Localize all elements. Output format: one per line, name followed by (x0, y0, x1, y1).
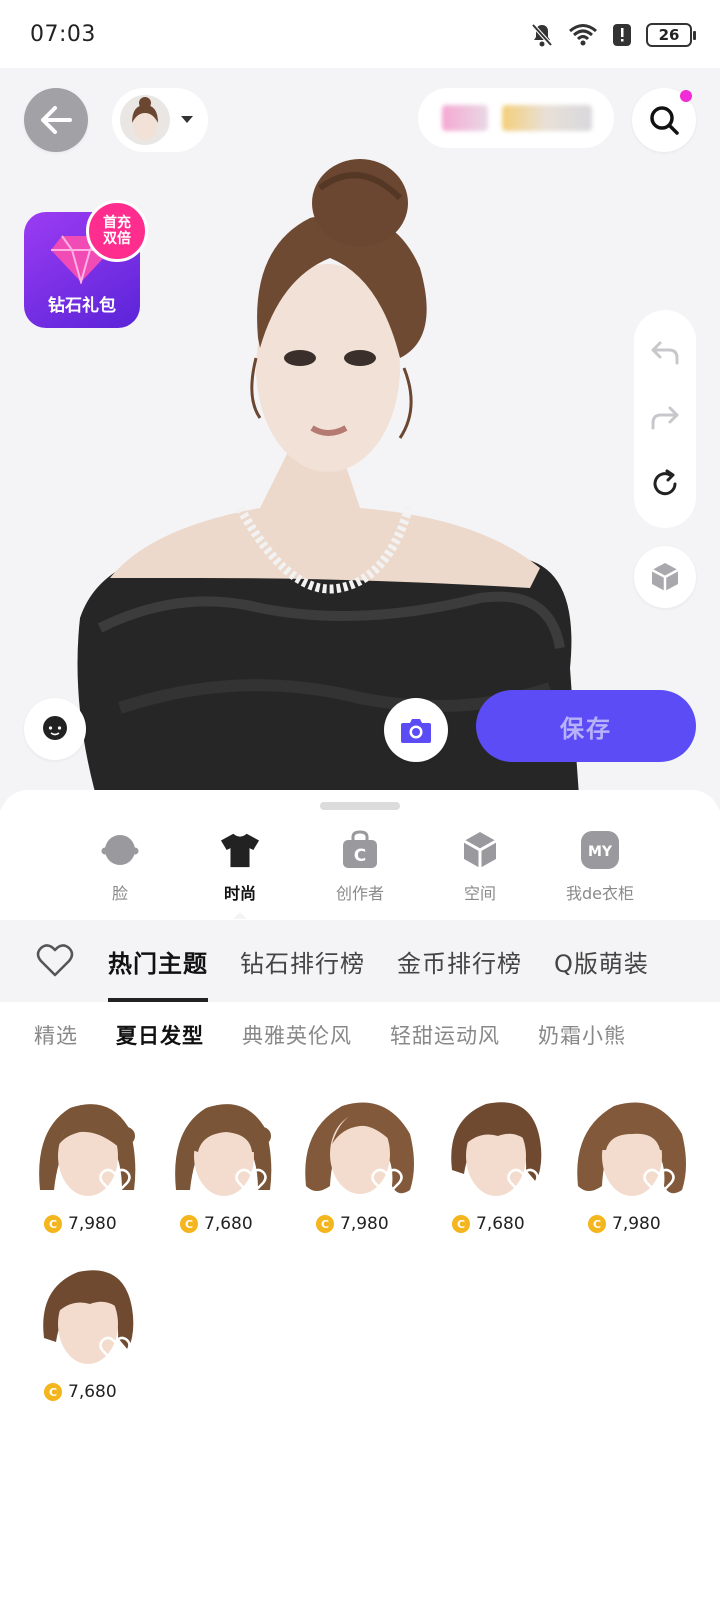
sheet-drag-handle[interactable] (320, 802, 400, 810)
price-value: 7,980 (340, 1214, 389, 1234)
cube-icon (463, 832, 497, 868)
theme-tab-chibi[interactable]: Q版萌装 (554, 920, 649, 1002)
battery-indicator: 26 (646, 23, 696, 47)
blurred-content (502, 105, 592, 131)
coin-icon: C (180, 1215, 198, 1233)
reset-icon[interactable] (650, 469, 680, 499)
style-tab-british[interactable]: 典雅英伦风 (242, 1020, 352, 1050)
hair-item[interactable]: C 7,680 (166, 1090, 302, 1240)
redo-icon[interactable] (650, 404, 680, 432)
price-value: 7,680 (204, 1214, 253, 1234)
hair-item[interactable]: C 7,980 (30, 1090, 166, 1240)
hair-item[interactable]: C 7,980 (302, 1090, 438, 1240)
caret-down-icon (181, 116, 193, 123)
theme-tab-coin-ranking[interactable]: 金币排行榜 (397, 920, 522, 1002)
hair-item-grid: C 7,980 C 7,680 C 7,980 C 7,680 C 7,980 … (30, 1090, 700, 1408)
diamond-pack-label: 钻石礼包 (48, 296, 116, 316)
item-price: C 7,980 (316, 1214, 389, 1234)
tab-label: 我de衣柜 (565, 884, 634, 903)
cube-icon (651, 563, 679, 591)
tab-my-wardrobe[interactable]: MY 我de衣柜 (550, 830, 650, 910)
style-tab-cream-bear[interactable]: 奶霜小熊 (538, 1020, 626, 1050)
heart-icon[interactable] (370, 1166, 404, 1200)
arrow-left-icon (41, 106, 72, 134)
coin-icon: C (44, 1215, 62, 1233)
hair-item[interactable]: C 7,680 (30, 1258, 166, 1408)
theme-tab-hot[interactable]: 热门主题 (108, 920, 208, 1002)
price-value: 7,980 (68, 1214, 117, 1234)
tab-label: 空间 (463, 884, 496, 903)
price-value: 7,680 (476, 1214, 525, 1234)
face-toggle-button[interactable] (24, 698, 86, 760)
tab-label: 时尚 (223, 884, 256, 903)
history-controls (634, 310, 696, 528)
space-view-button[interactable] (634, 546, 696, 608)
tshirt-icon (220, 833, 260, 868)
item-price: C 7,680 (452, 1214, 525, 1234)
creator-bag-icon: C (343, 830, 377, 868)
item-price: C 7,680 (44, 1382, 117, 1402)
style-tab-summer-hair[interactable]: 夏日发型 (116, 1020, 204, 1050)
heart-icon[interactable] (98, 1166, 132, 1200)
active-tab-pointer (233, 912, 247, 919)
item-price: C 7,980 (588, 1214, 661, 1234)
style-tabs: 精选 夏日发型 典雅英伦风 轻甜运动风 奶霜小熊 (34, 1020, 626, 1050)
wardrobe-sheet: 脸 时尚 C 创作者 空间 MY 我de衣柜 热门主题 钻石排行榜 金币排行榜 … (0, 790, 720, 1612)
style-tab-featured[interactable]: 精选 (34, 1020, 78, 1050)
coin-icon: C (452, 1215, 470, 1233)
theme-bar: 热门主题 钻石排行榜 金币排行榜 Q版萌装 (0, 920, 720, 1002)
style-tab-sporty[interactable]: 轻甜运动风 (390, 1020, 500, 1050)
tab-space[interactable]: 空间 (430, 830, 530, 910)
svg-text:C: C (354, 846, 366, 866)
camera-icon (401, 719, 431, 743)
heart-icon[interactable] (642, 1166, 676, 1200)
wifi-icon (569, 24, 597, 46)
status-time: 07:03 (30, 22, 96, 47)
price-value: 7,680 (68, 1382, 117, 1402)
heart-icon[interactable] (506, 1166, 540, 1200)
coin-icon: C (44, 1383, 62, 1401)
hair-item[interactable]: C 7,680 (438, 1090, 574, 1240)
camera-button[interactable] (384, 698, 448, 762)
badge-line-1: 首充 (103, 215, 131, 231)
heart-icon[interactable] (98, 1334, 132, 1368)
title-pill (418, 88, 614, 148)
tab-fashion[interactable]: 时尚 (190, 830, 290, 919)
status-bar: 07:03 26 (0, 0, 720, 68)
undo-icon[interactable] (650, 339, 680, 367)
mute-bell-icon (531, 23, 553, 47)
first-topup-badge: 首充 双倍 (86, 200, 148, 262)
tab-face[interactable]: 脸 (70, 830, 170, 910)
save-button[interactable]: 保存 (476, 690, 696, 762)
item-price: C 7,680 (180, 1214, 253, 1234)
tab-creator[interactable]: C 创作者 (310, 830, 410, 910)
heart-icon[interactable] (234, 1166, 268, 1200)
back-button[interactable] (24, 88, 88, 152)
item-price: C 7,980 (44, 1214, 117, 1234)
my-wardrobe-icon: MY (581, 831, 619, 869)
status-icons: 26 (530, 20, 696, 50)
avatar (120, 95, 170, 145)
badge-line-2: 双倍 (103, 231, 131, 247)
coin-icon: C (316, 1215, 334, 1233)
face-icon (101, 835, 139, 865)
hair-item[interactable]: C 7,980 (574, 1090, 710, 1240)
avatar-stage[interactable]: 钻石礼包 首充 双倍 保存 (0, 68, 720, 810)
price-value: 7,980 (612, 1214, 661, 1234)
favorites-heart-icon[interactable] (36, 942, 74, 980)
category-tabs: 脸 时尚 C 创作者 空间 MY 我de衣柜 (70, 830, 650, 919)
theme-tabs: 热门主题 钻石排行榜 金币排行榜 Q版萌装 (108, 920, 649, 1002)
theme-tab-diamond-ranking[interactable]: 钻石排行榜 (240, 920, 365, 1002)
blurred-content (442, 105, 488, 131)
face-silhouette-icon (43, 716, 67, 740)
coin-icon: C (588, 1215, 606, 1233)
diamond-pack-button[interactable]: 钻石礼包 首充 双倍 (24, 200, 148, 328)
avatar-switcher[interactable] (112, 88, 208, 152)
notification-dot (680, 90, 692, 102)
tab-label: 脸 (111, 884, 128, 903)
tab-label: 创作者 (335, 884, 384, 903)
search-icon (650, 106, 679, 135)
svg-text:MY: MY (588, 844, 613, 860)
alert-icon (613, 24, 631, 46)
